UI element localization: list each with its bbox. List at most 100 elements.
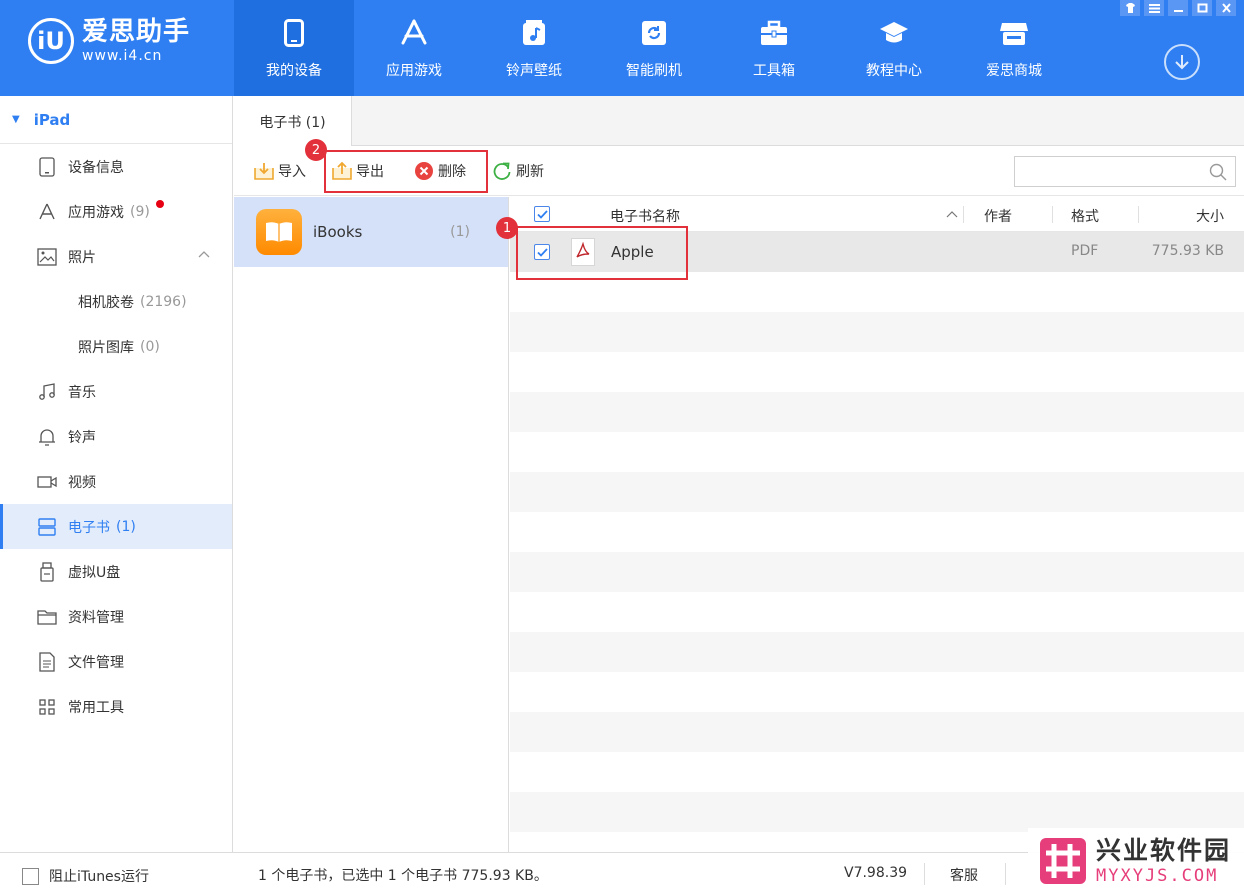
device-header[interactable]: ▼ iPad	[0, 96, 232, 144]
refresh-label: 刷新	[516, 164, 544, 180]
sidebar-item-count: (9)	[130, 203, 150, 220]
nav-ringtones-wallpapers[interactable]: 铃声壁纸	[474, 0, 594, 96]
usb-icon	[36, 561, 58, 583]
sidebar: ▼ iPad 设备信息 应用游戏 (9) 照片 相机胶卷 (2196) 照片图库…	[0, 96, 233, 852]
block-itunes-checkbox[interactable]	[22, 867, 39, 885]
nav-label: 我的设备	[266, 63, 322, 79]
sidebar-item-photos[interactable]: 照片	[0, 234, 232, 279]
search-icon[interactable]	[1209, 163, 1227, 185]
empty-row	[510, 552, 1244, 592]
app-store-icon	[399, 18, 429, 48]
status-divider	[1005, 863, 1006, 885]
download-arrow-icon	[1175, 55, 1189, 70]
bell-icon	[36, 426, 58, 448]
close-icon[interactable]	[1216, 0, 1236, 16]
nav-smart-flash[interactable]: 智能刷机	[594, 0, 714, 96]
refresh-icon	[492, 161, 512, 181]
empty-row	[510, 472, 1244, 512]
nav-my-device[interactable]: 我的设备	[234, 0, 354, 96]
sidebar-item-photo-library[interactable]: 照片图库 (0)	[0, 324, 232, 369]
menu-icon[interactable]	[1144, 0, 1164, 16]
sidebar-item-label: 音乐	[68, 384, 96, 401]
chevron-up-icon[interactable]	[198, 247, 210, 261]
nav-store[interactable]: 爱思商城	[954, 0, 1074, 96]
sidebar-item-count: (0)	[140, 338, 160, 355]
empty-row	[510, 512, 1244, 552]
tab-ebooks[interactable]: 电子书 (1)	[234, 96, 352, 147]
sidebar-item-ringtones[interactable]: 铃声	[0, 414, 232, 459]
search-input[interactable]	[1015, 157, 1195, 186]
sidebar-item-virtual-usb[interactable]: 虚拟U盘	[0, 549, 232, 594]
empty-row	[510, 592, 1244, 632]
music-note-icon	[521, 18, 547, 48]
column-header-size[interactable]: 大小	[1196, 206, 1224, 226]
book-source-count: (1)	[450, 224, 470, 240]
app-name: 爱思助手	[82, 17, 191, 47]
empty-row	[510, 352, 1244, 392]
sidebar-item-label: 相机胶卷	[78, 294, 134, 311]
empty-row	[510, 632, 1244, 672]
column-header-format[interactable]: 格式	[1071, 206, 1099, 226]
sort-asc-icon[interactable]	[946, 206, 958, 222]
column-divider	[963, 206, 964, 223]
sidebar-item-file-management[interactable]: 文件管理	[0, 639, 232, 684]
select-all-checkbox[interactable]	[534, 206, 550, 222]
nav-label: 智能刷机	[626, 63, 682, 79]
notification-dot	[156, 200, 164, 208]
sidebar-item-music[interactable]: 音乐	[0, 369, 232, 414]
refresh-button[interactable]: 刷新	[492, 160, 544, 182]
nav-label: 铃声壁纸	[506, 63, 562, 79]
nav-toolbox[interactable]: 工具箱	[714, 0, 834, 96]
sidebar-item-videos[interactable]: 视频	[0, 459, 232, 504]
column-header-author[interactable]: 作者	[984, 206, 1012, 226]
sidebar-item-label: 应用游戏	[68, 204, 124, 221]
sidebar-item-count: (2196)	[140, 293, 187, 310]
empty-row	[510, 752, 1244, 792]
step-badge-1: 1	[496, 217, 518, 239]
sidebar-item-ebooks[interactable]: 电子书 (1)	[0, 504, 232, 549]
sidebar-item-camera-roll[interactable]: 相机胶卷 (2196)	[0, 279, 232, 324]
main-nav: 我的设备 应用游戏 铃声壁纸 智能刷机 工具箱 教程中心 爱思商城	[234, 0, 1074, 96]
nav-label: 工具箱	[753, 63, 795, 79]
music-icon	[36, 381, 58, 403]
sidebar-item-device-info[interactable]: 设备信息	[0, 144, 232, 189]
skin-icon[interactable]	[1120, 0, 1140, 16]
image-icon	[36, 246, 58, 268]
block-itunes-toggle[interactable]: 阻止iTunes运行	[22, 866, 149, 886]
device-name: iPad	[33, 110, 71, 129]
sidebar-item-label: 照片	[68, 249, 96, 266]
sidebar-item-apps[interactable]: 应用游戏 (9)	[0, 189, 232, 234]
empty-row	[510, 712, 1244, 752]
nav-label: 教程中心	[866, 63, 922, 79]
window-controls	[1120, 0, 1236, 16]
empty-row	[510, 392, 1244, 432]
column-header-name[interactable]: 电子书名称	[610, 206, 680, 226]
minimize-icon[interactable]	[1168, 0, 1188, 16]
graduation-cap-icon	[878, 18, 910, 48]
app-store-icon	[36, 201, 58, 223]
book-source-name: iBooks	[313, 223, 363, 241]
import-icon	[254, 161, 274, 181]
sidebar-item-label: 文件管理	[68, 654, 124, 671]
sidebar-item-label: 电子书	[68, 519, 110, 536]
sidebar-item-data-management[interactable]: 资料管理	[0, 594, 232, 639]
maximize-icon[interactable]	[1192, 0, 1212, 16]
column-divider	[1052, 206, 1053, 223]
logo-mark: iU	[28, 18, 74, 64]
book-source-list: iBooks (1)	[234, 197, 509, 852]
column-divider	[1138, 206, 1139, 223]
sidebar-item-common-tools[interactable]: 常用工具	[0, 684, 232, 729]
watermark-logo-icon	[1040, 838, 1086, 884]
status-divider	[924, 863, 925, 885]
download-button[interactable]	[1164, 44, 1200, 80]
list-item-ibooks[interactable]: iBooks (1)	[234, 197, 508, 267]
empty-row	[510, 792, 1244, 832]
ebook-icon	[36, 516, 58, 538]
status-summary: 1 个电子书，已选中 1 个电子书 775.93 KB。	[258, 868, 548, 884]
customer-service-link[interactable]: 客服	[950, 865, 978, 885]
nav-tutorial-center[interactable]: 教程中心	[834, 0, 954, 96]
sidebar-item-label: 资料管理	[68, 609, 124, 626]
import-button[interactable]: 导入	[254, 160, 306, 182]
sidebar-item-label: 铃声	[68, 429, 96, 446]
nav-apps-games[interactable]: 应用游戏	[354, 0, 474, 96]
